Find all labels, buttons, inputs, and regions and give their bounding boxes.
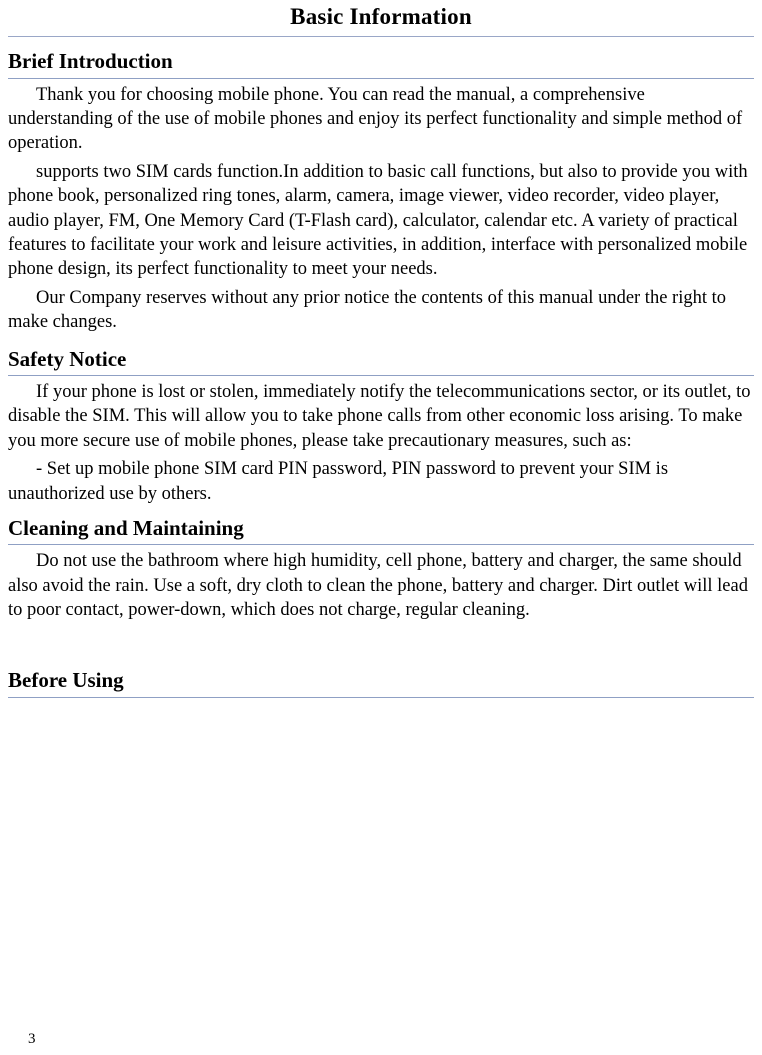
section-divider-cleaning-and-maintaining bbox=[8, 544, 754, 546]
paragraph: - Set up mobile phone SIM card PIN passw… bbox=[8, 459, 669, 504]
section-heading-cleaning-and-maintaining: Cleaning and Maintaining bbox=[8, 515, 244, 540]
section-heading-before-using: Before Using bbox=[8, 668, 124, 693]
title-divider bbox=[8, 36, 754, 38]
paragraph: If your phone is lost or stolen, immedia… bbox=[8, 381, 751, 451]
page-number: 3 bbox=[28, 1031, 36, 1047]
section-divider-before-using bbox=[8, 696, 754, 698]
section-heading-safety-notice: Safety Notice bbox=[8, 346, 127, 371]
section-heading-brief-introduction: Brief Introduction bbox=[8, 49, 173, 74]
paragraph: supports two SIM cards function.In addit… bbox=[8, 161, 748, 280]
section-divider-safety-notice bbox=[8, 374, 754, 376]
section-divider-brief-introduction bbox=[8, 77, 754, 79]
paragraph: Do not use the bathroom where high humid… bbox=[8, 551, 748, 620]
page-title: Basic Information bbox=[290, 4, 472, 29]
paragraph: Our Company reserves without any prior n… bbox=[8, 287, 726, 333]
document-page: Basic Information Brief Introduction Tha… bbox=[0, 4, 762, 1055]
paragraph: Thank you for choosing mobile phone. You… bbox=[8, 84, 743, 154]
